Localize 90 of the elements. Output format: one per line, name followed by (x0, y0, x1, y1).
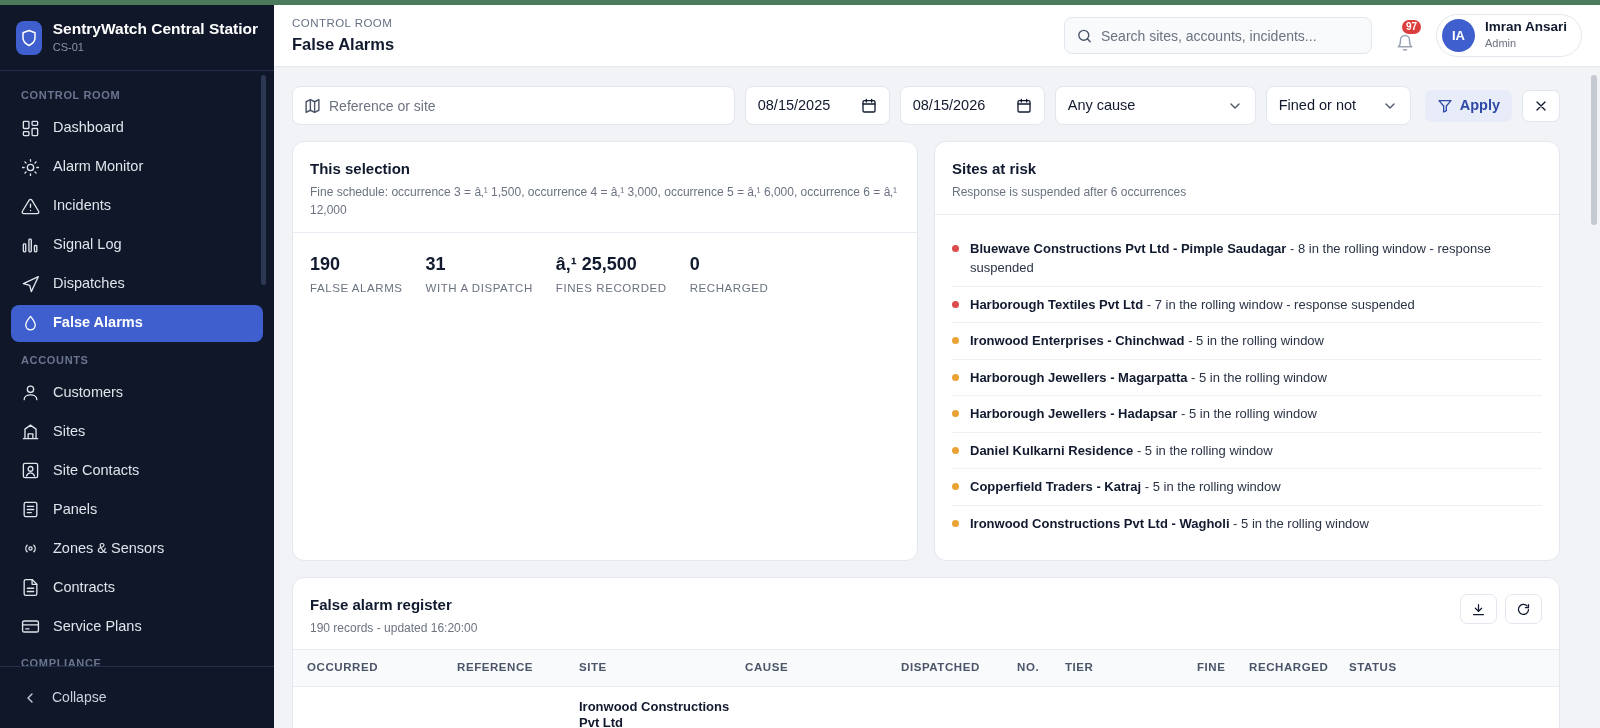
fine-schedule: Fine schedule: occurrence 3 = â‚¹ 1,500, occurrence 4 = â‚¹ 3,000, occurrence 5 = â‚¹ 6,000, occurrence 6 = â‚¹ 12,000 (310, 183, 898, 219)
section-label: CONTROL ROOM (20, 88, 122, 103)
search-field[interactable]: Search sites, accounts, incidents... (1063, 17, 1372, 54)
nav-item[interactable]: Dispatches (11, 265, 263, 303)
filter-icon (1436, 97, 1453, 114)
risk-entry: Harborough Textiles Pvt Ltd - 7 in the rolling window - response suspended (970, 295, 1415, 314)
stat-value: 190 (310, 252, 342, 276)
reference-field[interactable]: Reference or site (292, 86, 735, 125)
table-cell-text: Ironwood Constructions Pvt Ltd (579, 698, 731, 728)
nav-item[interactable]: Zones & Sensors (11, 530, 263, 567)
document-icon (21, 500, 40, 519)
stat-value: 0 (689, 252, 701, 276)
warning-icon (21, 196, 40, 216)
map-icon (304, 97, 321, 114)
column-header[interactable]: RECHARGED (1249, 658, 1349, 677)
card-title: False alarm register (310, 595, 453, 615)
risk-entry: Daniel Kulkarni Residence - 5 in the rolling window (970, 441, 1273, 460)
download-button[interactable] (1460, 594, 1497, 624)
grid-icon (21, 118, 40, 138)
clear-button[interactable] (1522, 89, 1560, 122)
column-header[interactable]: OCCURRED (307, 658, 457, 677)
stat-value: â‚¹ 25,500 (555, 252, 638, 276)
stat-value: 31 (425, 252, 447, 276)
nav-item[interactable]: Alarm Monitor (11, 148, 263, 186)
contact-card-icon (21, 461, 40, 480)
nav-item[interactable]: Signal Log (11, 226, 263, 264)
nav-item[interactable]: Dashboard (11, 109, 263, 147)
station-code: CS-01 (52, 39, 85, 55)
calendar-icon (860, 97, 877, 114)
risk-entry: Copperfield Traders - Katraj - 5 in the rolling window (970, 478, 1281, 496)
sun-icon (21, 157, 40, 177)
stat-label: WITH A DISPATCH (425, 280, 533, 296)
user-avatar: IA (1441, 19, 1475, 52)
bell-icon (1395, 33, 1414, 52)
risk-entry: Bluewave Constructions Pvt Ltd - Pimple Saudagar - 8 in the rolling window - response suspended (970, 239, 1492, 277)
app-title: SentryWatch Central Statior (52, 19, 258, 39)
apply-button[interactable]: Apply (1424, 89, 1512, 122)
column-header[interactable]: FINE (1197, 658, 1249, 677)
card-title: Sites at risk (952, 159, 1038, 179)
refresh-button[interactable] (1505, 594, 1542, 624)
scrollbar-thumb[interactable] (1591, 75, 1597, 225)
notification-button[interactable] (1395, 33, 1414, 52)
nav-item[interactable]: Site Contacts (11, 452, 263, 489)
stat-label: FALSE ALARMS (310, 280, 403, 296)
bar-chart-icon (21, 235, 40, 255)
card-subtitle: Response is suspended after 6 occurrences (952, 183, 1188, 201)
column-header[interactable]: CAUSE (745, 658, 901, 677)
date-from-field[interactable]: 08/15/2025 (744, 86, 890, 125)
column-header[interactable]: SITE (579, 658, 745, 677)
risk-entry: Harborough Jewellers - Magarpatta - 5 in the rolling window (970, 368, 1327, 387)
user-name: Imran Ansari (1484, 19, 1567, 36)
risk-entry: Harborough Jewellers - Hadapsar - 5 in the rolling window (970, 405, 1317, 423)
column-header[interactable]: STATUS (1349, 658, 1545, 677)
calendar-icon (1015, 97, 1032, 114)
collapse-button[interactable]: Collapse (0, 666, 274, 728)
nav-item[interactable]: Incidents (11, 187, 263, 225)
nav-item[interactable]: Contracts (11, 569, 263, 606)
scrollbar-thumb[interactable] (261, 75, 266, 285)
risk-entry: Ironwood Enterprises - Chinchwad - 5 in the rolling window (970, 332, 1324, 350)
stat-label: FINES RECORDED (555, 280, 667, 296)
credit-card-icon (21, 617, 40, 636)
search-icon (1075, 27, 1093, 44)
person-icon (21, 383, 40, 402)
column-header[interactable]: REFERENCE (457, 658, 579, 677)
section-label: ACCOUNTS (20, 352, 90, 368)
nav-item[interactable]: Customers (11, 374, 263, 411)
column-header[interactable]: DISPATCHED (901, 658, 1017, 677)
refresh-icon (1516, 601, 1531, 617)
fined-select[interactable]: Fined or not (1265, 86, 1411, 125)
send-icon (21, 274, 40, 294)
card-subtitle: 190 records - updated 16:20:00 (310, 619, 478, 637)
nav-item[interactable]: Service Plans (11, 608, 263, 645)
cause-select[interactable]: Any cause (1054, 86, 1256, 125)
page-title: False Alarms (292, 33, 396, 55)
nav-item[interactable]: False Alarms (11, 304, 263, 342)
user-role: Admin (1484, 36, 1518, 52)
nav-item[interactable]: Sites (11, 413, 263, 450)
date-to-field[interactable]: 08/15/2026 (899, 86, 1045, 125)
column-header[interactable]: NO. (1017, 658, 1065, 677)
column-header[interactable]: TIER (1065, 658, 1197, 677)
stat-label: RECHARGED (689, 280, 769, 296)
building-icon (21, 422, 40, 441)
nav-item[interactable]: Panels (11, 491, 263, 528)
notification-count: 97 (1401, 19, 1422, 34)
file-icon (21, 578, 40, 597)
download-icon (1471, 601, 1486, 617)
shield-icon (19, 28, 38, 47)
card-title: This selection (310, 159, 412, 179)
breadcrumb: CONTROL ROOM (292, 15, 394, 31)
risk-entry: Ironwood Constructions Pvt Ltd - Wagholi - 5 in the rolling window (970, 514, 1369, 533)
